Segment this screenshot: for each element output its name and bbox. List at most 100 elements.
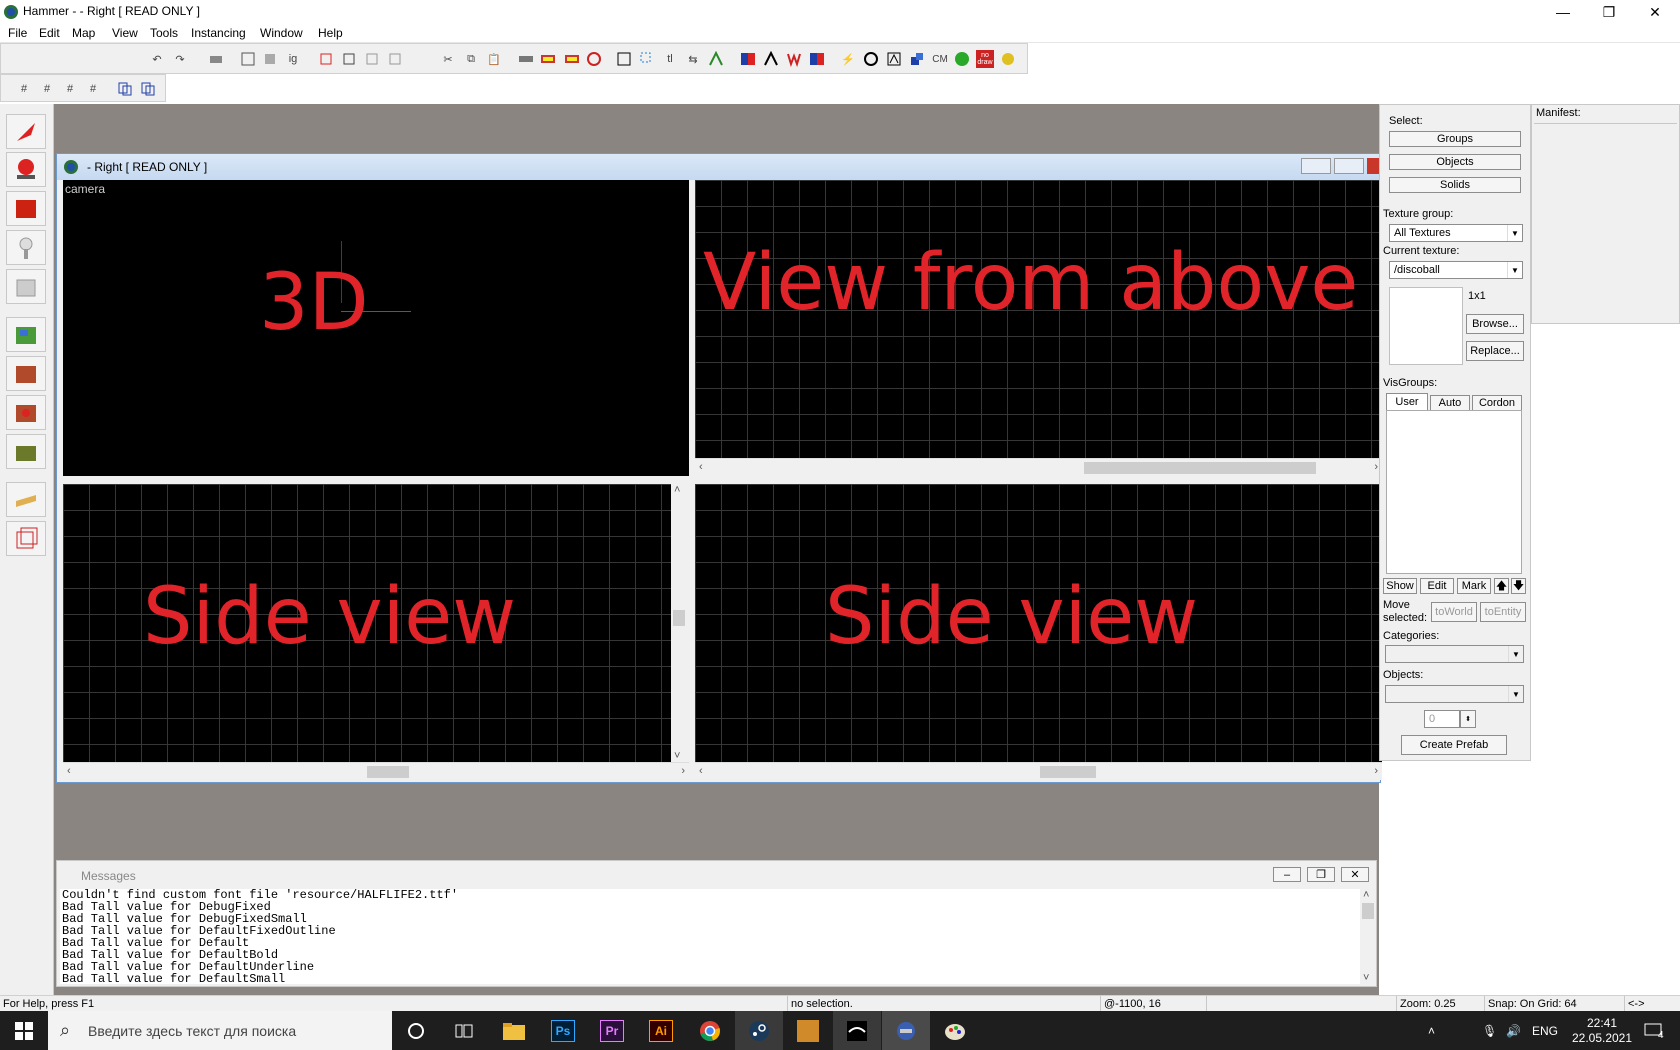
hide-selected-icon[interactable] — [317, 50, 335, 68]
display-props-icon[interactable] — [953, 50, 971, 68]
messages-vscrollbar[interactable]: ˄ ˅ — [1360, 889, 1376, 984]
steam-vr-icon[interactable] — [833, 1011, 881, 1050]
redo-icon[interactable]: ↷ — [171, 50, 189, 68]
select-objects-button[interactable]: Objects — [1389, 154, 1521, 170]
illustrator-icon[interactable]: Ai — [637, 1011, 685, 1050]
paste-icon[interactable]: 📋 — [485, 50, 503, 68]
current-texture-select[interactable]: /discoball ▼ — [1389, 261, 1523, 279]
steam-icon[interactable] — [735, 1011, 783, 1050]
move-up-icon[interactable]: 🡅 — [1494, 578, 1509, 594]
copy-icon[interactable]: ⧉ — [462, 50, 480, 68]
volume-icon[interactable]: 🔊 — [1506, 1011, 1521, 1050]
tab-cordon[interactable]: Cordon — [1472, 395, 1522, 411]
entity-tool-icon[interactable] — [6, 230, 46, 265]
side-left-hscroll-thumb[interactable] — [367, 766, 409, 778]
clipping-tool-icon[interactable] — [6, 482, 46, 517]
replace-button[interactable]: Replace... — [1466, 341, 1524, 361]
menu-edit[interactable]: Edit — [39, 26, 60, 40]
align-icon[interactable] — [707, 50, 725, 68]
close-button[interactable]: ✕ — [1632, 0, 1678, 24]
cut-icon[interactable]: ✂ — [439, 50, 457, 68]
move-down-icon[interactable]: 🡇 — [1511, 578, 1526, 594]
radius-culling-icon[interactable] — [585, 50, 603, 68]
block-tool-icon[interactable] — [6, 269, 46, 304]
cortana-icon[interactable] — [392, 1011, 440, 1050]
menu-tools[interactable]: Tools — [150, 26, 178, 40]
messages-close-button[interactable]: ✕ — [1341, 867, 1369, 882]
restore-button[interactable]: ❐ — [1586, 0, 1632, 24]
side-right-hscrollbar[interactable]: ‹ › — [695, 762, 1382, 780]
menu-file[interactable]: File — [8, 26, 27, 40]
undo-icon[interactable]: ↶ — [148, 50, 166, 68]
flip-icon[interactable]: ⇆ — [684, 50, 702, 68]
taskbar-search[interactable]: ⌕ Введите здесь текст для поиска — [48, 1011, 392, 1050]
viewport-side-left[interactable]: Side view — [63, 484, 671, 762]
language-indicator[interactable]: ENG — [1532, 1011, 1558, 1050]
spinner-arrows[interactable]: ⬍ — [1460, 710, 1476, 728]
vertex-tool-icon[interactable] — [6, 521, 46, 556]
microphone-icon[interactable]: 🎙 — [1482, 1011, 1497, 1050]
camera-tool-icon[interactable] — [6, 191, 46, 226]
chrome-icon[interactable] — [686, 1011, 734, 1050]
apply-texture-icon[interactable] — [6, 356, 46, 391]
group-icon[interactable] — [239, 50, 257, 68]
top-view-hscrollbar[interactable]: ‹ › — [695, 458, 1382, 476]
objects-select[interactable]: ▼ — [1385, 685, 1524, 703]
side-right-hscroll-thumb[interactable] — [1040, 766, 1096, 778]
paint-icon[interactable] — [931, 1011, 979, 1050]
hammer-taskbar-icon[interactable] — [882, 1011, 930, 1050]
tab-auto[interactable]: Auto — [1430, 395, 1470, 411]
messages-minimize-button[interactable]: – — [1273, 867, 1301, 882]
visgroup-icon[interactable] — [386, 50, 404, 68]
tab-user[interactable]: User — [1386, 393, 1428, 410]
larger-grid-icon[interactable]: # — [84, 80, 102, 98]
display-lighting-icon[interactable]: ⚡ — [839, 50, 857, 68]
texture-group-select[interactable]: All Textures ▼ — [1389, 224, 1523, 242]
selection-box-icon[interactable] — [615, 50, 633, 68]
viewport-side-right[interactable]: Side view — [695, 484, 1382, 762]
visgroups-list[interactable] — [1386, 410, 1522, 574]
side-left-vscrollbar[interactable]: ˄ ˅ — [671, 484, 687, 762]
file-explorer-icon[interactable] — [490, 1011, 538, 1050]
categories-select[interactable]: ▼ — [1385, 645, 1524, 663]
nodraw-icon[interactable]: no draw — [976, 50, 994, 68]
messages-log[interactable]: Couldn't find custom font file 'resource… — [60, 889, 1360, 984]
display-game-icon[interactable] — [862, 50, 880, 68]
display-world-icon[interactable] — [885, 50, 903, 68]
to-entity-button[interactable]: toEntity — [1480, 602, 1526, 622]
photoshop-icon[interactable]: Ps — [539, 1011, 587, 1050]
toggle-grid-icon[interactable] — [517, 50, 535, 68]
side-left-vscroll-thumb[interactable] — [673, 610, 685, 626]
smaller-grid-icon[interactable]: # — [61, 80, 79, 98]
cubemap-icon[interactable]: CM — [929, 50, 951, 68]
counter-strike-icon[interactable] — [784, 1011, 832, 1050]
top-view-scroll-thumb[interactable] — [1084, 462, 1316, 474]
viewport-3d[interactable]: camera 3D — [63, 180, 689, 476]
show-hidden-icons[interactable]: ˄ — [1428, 1011, 1435, 1050]
ignore-groups-icon[interactable]: ig — [284, 50, 302, 68]
magnify-tool-icon[interactable] — [6, 152, 46, 187]
show-all-icon[interactable] — [363, 50, 381, 68]
overlay-tool-icon[interactable] — [6, 434, 46, 469]
menu-help[interactable]: Help — [318, 26, 343, 40]
map-minimize-button[interactable] — [1301, 158, 1331, 174]
ungroup-icon[interactable] — [261, 50, 279, 68]
count-spinner[interactable]: 0 — [1424, 710, 1460, 728]
object-select-icon[interactable] — [139, 80, 157, 98]
display-models-icon[interactable] — [739, 50, 757, 68]
display-blocks-icon[interactable] — [908, 50, 926, 68]
select-by-handle-icon[interactable] — [638, 50, 656, 68]
apply-decal-icon[interactable] — [6, 395, 46, 430]
carve-icon[interactable] — [207, 50, 225, 68]
clock[interactable]: 22:41 22.05.2021 — [1564, 1011, 1640, 1050]
map-maximize-button[interactable] — [1334, 158, 1364, 174]
display-areaportals-icon[interactable] — [808, 50, 826, 68]
display-helpers-icon[interactable] — [762, 50, 780, 68]
browse-button[interactable]: Browse... — [1466, 314, 1524, 334]
to-world-button[interactable]: toWorld — [1431, 602, 1477, 622]
select-groups-button[interactable]: Groups — [1389, 131, 1521, 147]
texture-lock-icon[interactable] — [539, 50, 557, 68]
texture-scale-lock-icon[interactable] — [563, 50, 581, 68]
viewport-top[interactable]: View from above — [695, 180, 1382, 458]
edit-button[interactable]: Edit — [1420, 578, 1454, 594]
